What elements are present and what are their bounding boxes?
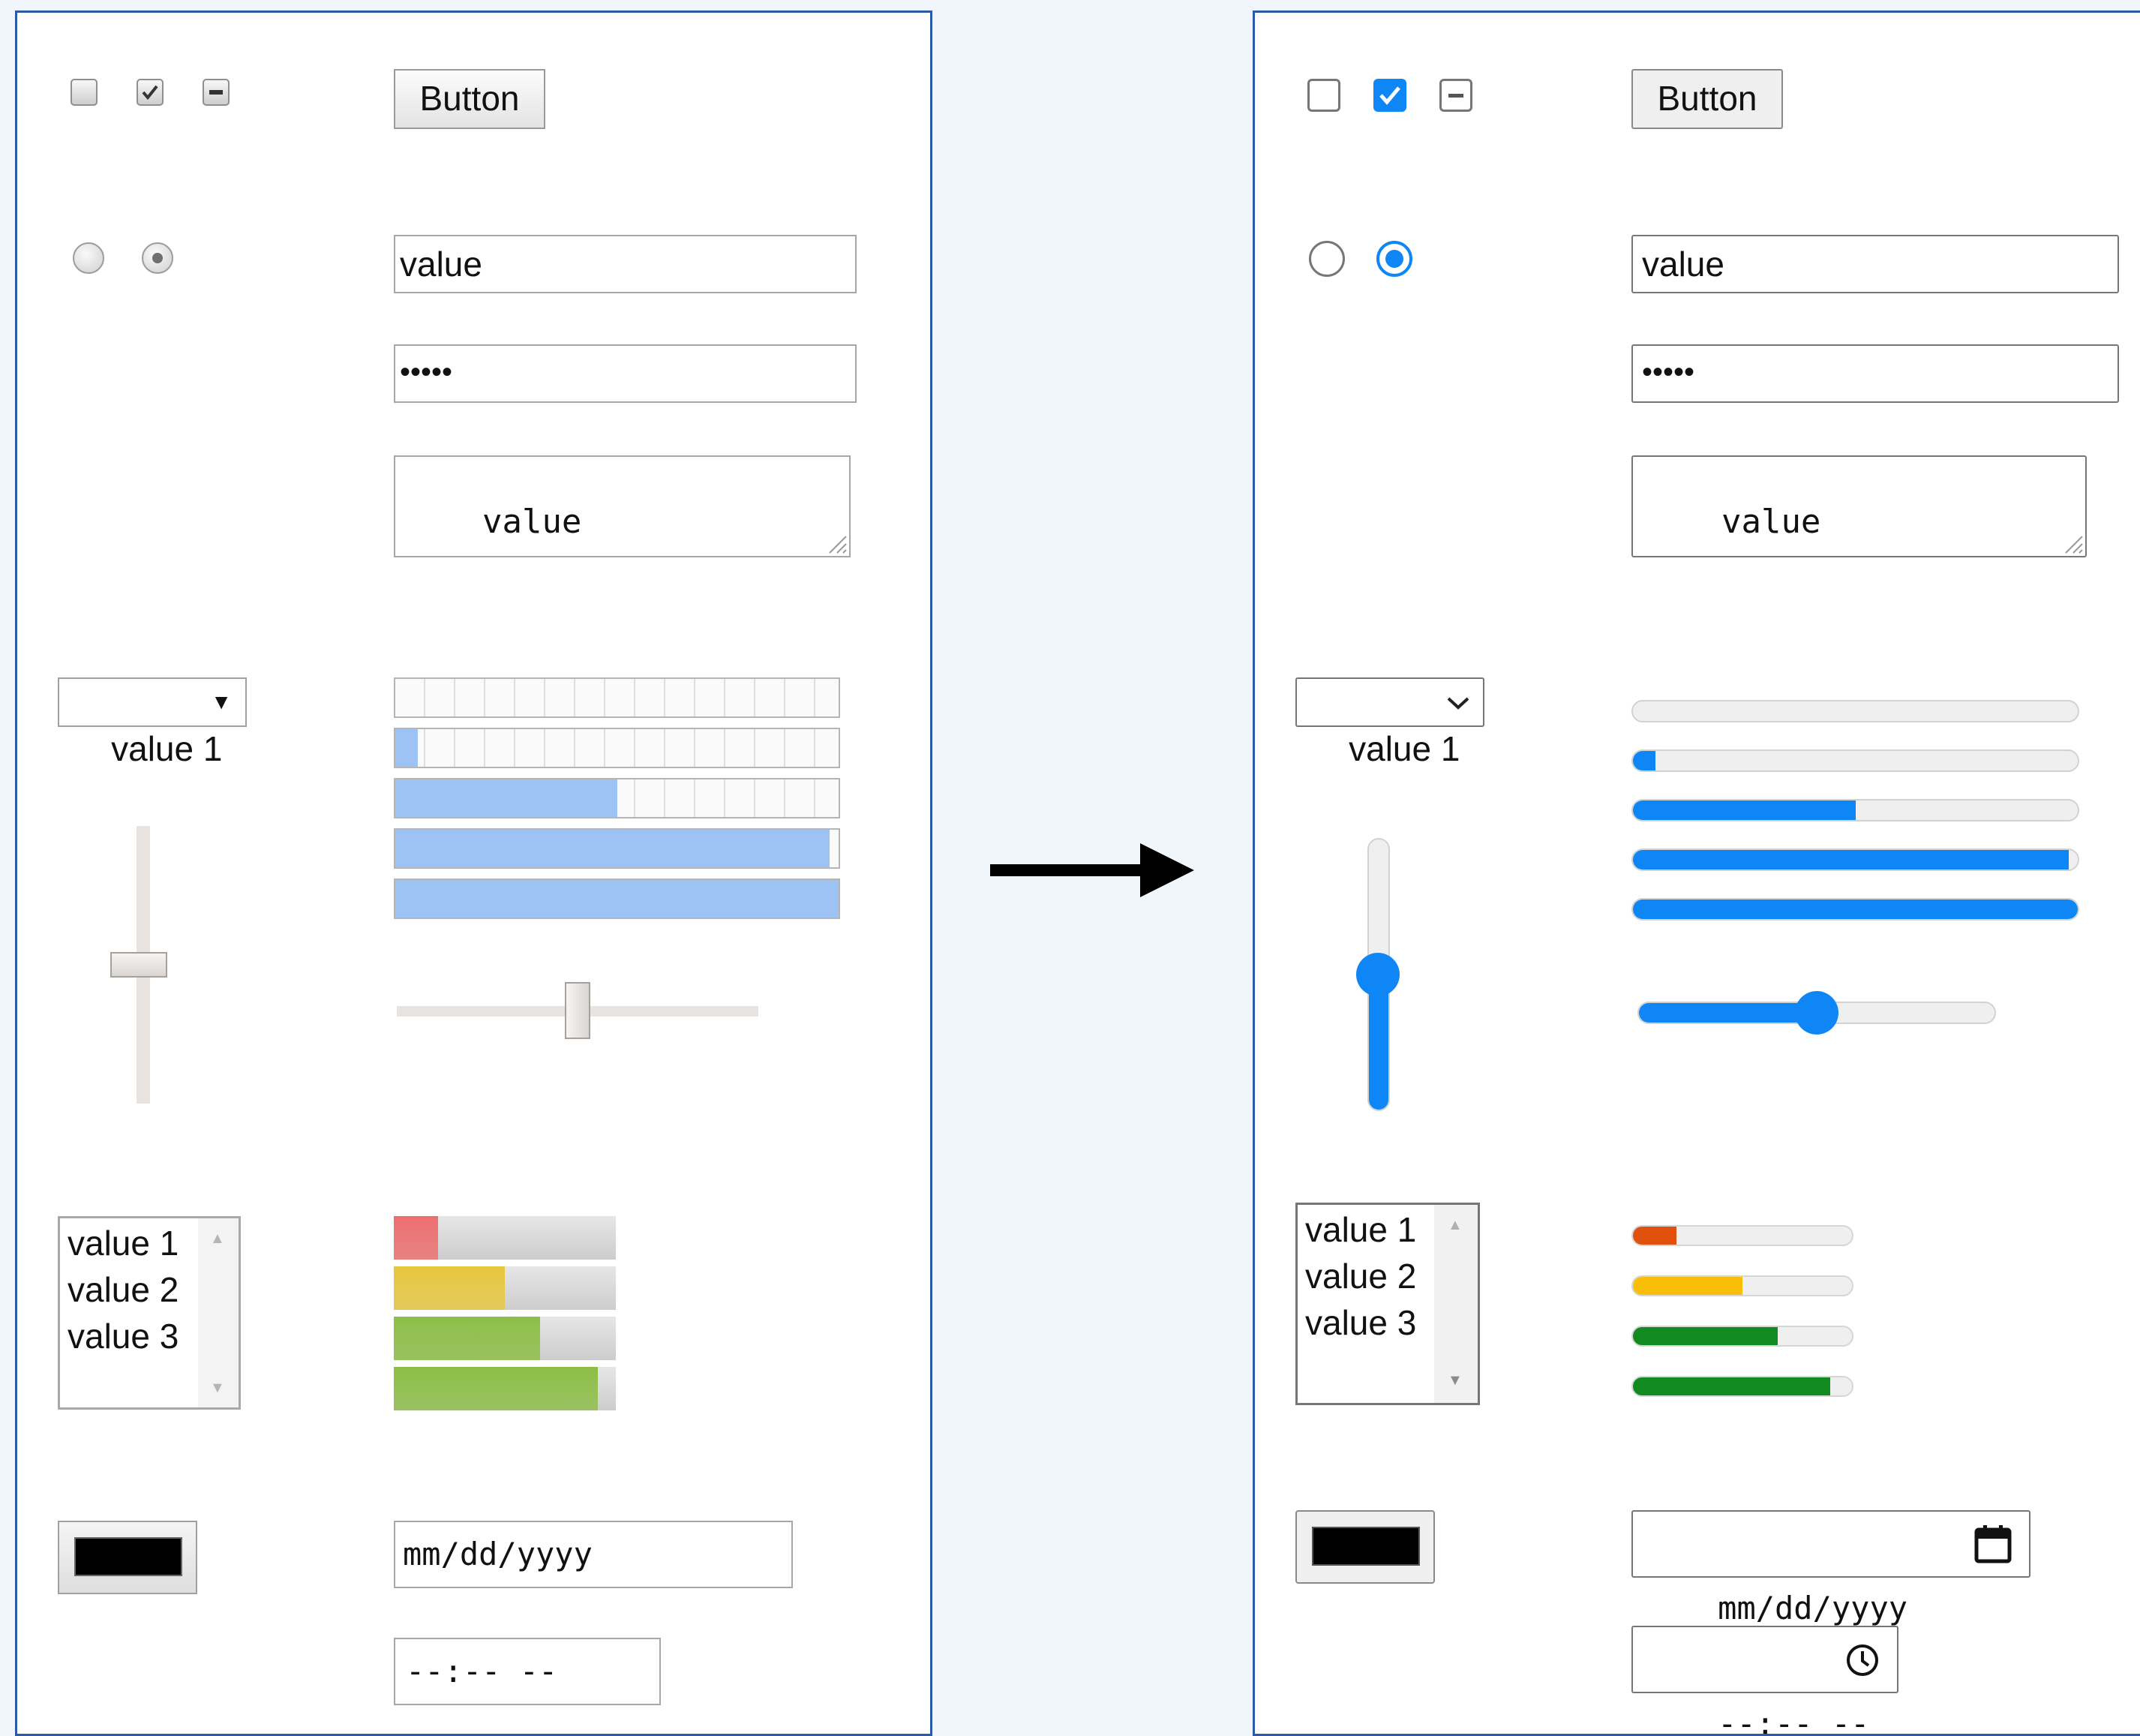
modern-text-input[interactable]: value — [1631, 235, 2119, 293]
modern-select-value: value 1 — [1349, 729, 1460, 768]
radio-dot-icon — [1385, 250, 1403, 268]
legacy-text-input[interactable]: value — [394, 235, 857, 293]
legacy-textarea[interactable]: value — [394, 455, 851, 557]
color-swatch — [74, 1537, 182, 1576]
modern-controls-panel: Button value ••••• value value 1 value 1… — [1253, 11, 2140, 1736]
modern-radio-selected[interactable] — [1376, 241, 1412, 277]
legacy-progress-bar — [394, 728, 840, 768]
right-arrow-icon — [990, 843, 1194, 897]
scroll-down-arrow-icon[interactable]: ▼ — [1448, 1372, 1463, 1389]
scroll-down-arrow-icon[interactable]: ▼ — [210, 1380, 225, 1397]
indeterminate-dash-icon — [1448, 94, 1463, 98]
radio-dot-icon — [152, 253, 163, 263]
modern-horizontal-slider-thumb[interactable] — [1795, 991, 1838, 1035]
indeterminate-dash-icon — [209, 90, 223, 95]
modern-date-input[interactable]: mm/dd/yyyy — [1631, 1510, 2030, 1626]
legacy-color-input[interactable] — [58, 1521, 197, 1594]
scroll-up-arrow-icon[interactable]: ▲ — [1448, 1217, 1463, 1234]
calendar-icon[interactable] — [1973, 1524, 2012, 1564]
color-swatch — [1312, 1527, 1420, 1566]
modern-progress-bar — [1631, 898, 2079, 921]
dropdown-arrow-icon: ▼ — [211, 690, 232, 713]
legacy-vertical-slider-thumb[interactable] — [110, 952, 167, 978]
modern-progress-bar — [1631, 749, 2079, 772]
legacy-listbox[interactable]: value 1 value 2 value 3 ▲ ▼ — [58, 1216, 241, 1410]
modern-password-input[interactable]: ••••• — [1631, 344, 2119, 403]
legacy-textarea-text: value — [482, 503, 582, 541]
modern-vertical-slider-thumb[interactable] — [1356, 953, 1400, 996]
legacy-progress-bar — [394, 828, 840, 869]
modern-checkbox-checked[interactable] — [1373, 79, 1406, 112]
modern-checkbox-indeterminate[interactable] — [1439, 79, 1472, 112]
modern-progress-bar — [1631, 700, 2079, 722]
legacy-radio-unselected[interactable] — [73, 242, 104, 274]
listbox-option[interactable]: value 3 — [68, 1313, 179, 1359]
resize-grip-icon[interactable] — [2061, 532, 2084, 554]
listbox-option[interactable]: value 1 — [68, 1220, 179, 1266]
legacy-select[interactable]: value 1 ▼ — [58, 677, 247, 768]
clock-icon[interactable] — [1844, 1642, 1880, 1678]
legacy-checkbox-unchecked[interactable] — [71, 79, 98, 106]
listbox-option[interactable]: value 3 — [1305, 1299, 1416, 1346]
legacy-button[interactable]: Button — [394, 69, 545, 129]
modern-button[interactable]: Button — [1631, 69, 1783, 129]
listbox-option[interactable]: value 2 — [1305, 1253, 1416, 1299]
legacy-progress-bar — [394, 677, 840, 718]
legacy-meter — [394, 1266, 616, 1310]
modern-listbox[interactable]: value 1 value 2 value 3 ▲ ▼ — [1295, 1203, 1480, 1405]
legacy-time-input[interactable]: --:-- -- — [394, 1638, 661, 1705]
modern-textarea[interactable]: value — [1631, 455, 2087, 557]
modern-date-placeholder: mm/dd/yyyy — [1718, 1590, 1908, 1626]
chevron-down-icon — [1447, 697, 1469, 710]
legacy-progress-bar — [394, 879, 840, 919]
modern-time-placeholder: --:-- -- — [1718, 1705, 1870, 1736]
modern-time-input[interactable]: --:-- -- — [1631, 1626, 1898, 1734]
modern-meter — [1631, 1326, 1853, 1347]
checkmark-icon — [142, 85, 158, 101]
legacy-meter — [394, 1367, 616, 1410]
modern-progress-bar — [1631, 799, 2079, 821]
modern-select[interactable]: value 1 — [1295, 677, 1484, 768]
modern-radio-unselected[interactable] — [1309, 241, 1345, 277]
modern-color-input[interactable] — [1295, 1510, 1435, 1584]
modern-meter — [1631, 1225, 1853, 1246]
legacy-meter — [394, 1216, 616, 1260]
legacy-listbox-scrollbar[interactable]: ▲ ▼ — [198, 1218, 239, 1407]
legacy-select-value: value 1 — [111, 729, 223, 768]
checkmark-icon — [1373, 79, 1406, 112]
modern-checkbox-unchecked[interactable] — [1307, 79, 1340, 112]
legacy-meter — [394, 1317, 616, 1360]
modern-progress-bar — [1631, 848, 2079, 871]
legacy-checkbox-checked[interactable] — [137, 79, 164, 106]
modern-listbox-scrollbar[interactable]: ▲ ▼ — [1434, 1205, 1478, 1403]
listbox-option[interactable]: value 2 — [68, 1266, 179, 1313]
legacy-progress-bar — [394, 778, 840, 818]
modern-meter — [1631, 1376, 1853, 1397]
listbox-option[interactable]: value 1 — [1305, 1206, 1416, 1253]
modern-textarea-text: value — [1721, 503, 1821, 541]
scroll-up-arrow-icon[interactable]: ▲ — [210, 1230, 225, 1248]
legacy-radio-selected[interactable] — [142, 242, 173, 274]
modern-meter — [1631, 1275, 1853, 1296]
legacy-checkbox-indeterminate[interactable] — [203, 79, 230, 106]
legacy-controls-panel: Button value ••••• value value 1 ▼ value… — [15, 11, 932, 1736]
resize-grip-icon[interactable] — [825, 532, 848, 554]
legacy-password-input[interactable]: ••••• — [394, 344, 857, 403]
legacy-horizontal-slider-thumb[interactable] — [565, 982, 590, 1039]
legacy-date-input[interactable]: mm/dd/yyyy — [394, 1521, 793, 1588]
